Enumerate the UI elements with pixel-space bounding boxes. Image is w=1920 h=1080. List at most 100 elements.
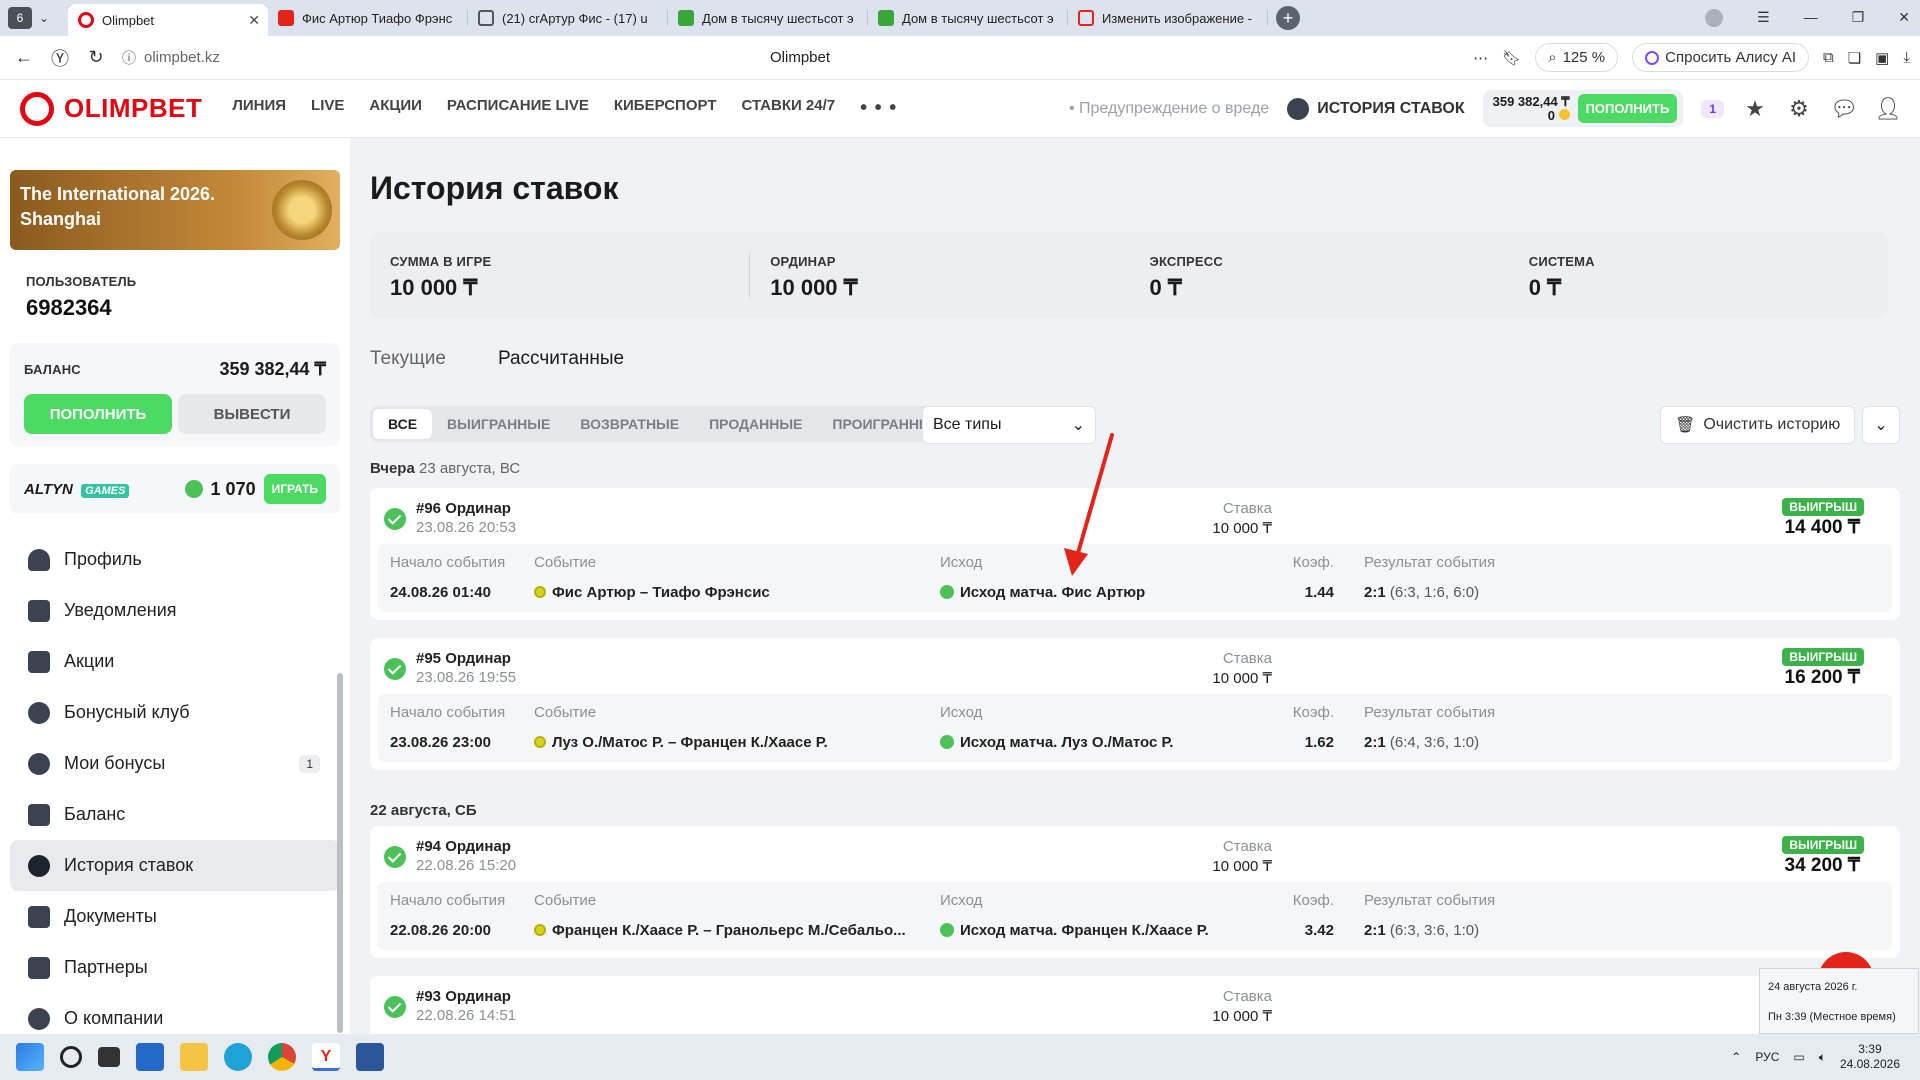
more-icon[interactable]: ⋯ <box>1473 49 1488 67</box>
tooltip-time: Пн 3:39 (Местное время) <box>1768 1011 1896 1023</box>
header-balance[interactable]: 359 382,44 ₸ 0 ПОПОЛНИТЬ <box>1482 90 1684 127</box>
file-explorer-icon[interactable] <box>180 1043 208 1071</box>
sidebar-item-notifications[interactable]: Уведомления <box>10 585 340 636</box>
summary-single: ОРДИНАР 10 000 ₸ <box>750 232 1129 318</box>
sidebar-item-documents[interactable]: Документы <box>10 891 340 942</box>
altyn-games-logo: ALTYN GAMES <box>24 481 130 498</box>
deposit-button[interactable]: ПОПОЛНИТЬ <box>24 394 172 434</box>
event-name[interactable]: Фис Артюр – Тиафо Фрэнсис <box>534 584 924 601</box>
downloads-icon[interactable]: ⤓ <box>1903 49 1910 66</box>
url-field[interactable]: olimpbet.kz <box>144 49 220 66</box>
browser-tab-yandex[interactable]: Фис Артюр Тиафо Фрэнс <box>268 4 468 32</box>
close-tab-icon[interactable]: ✕ <box>248 12 260 29</box>
nav-live[interactable]: LIVE <box>311 97 344 120</box>
yandex-icon[interactable]: Ⓨ <box>42 45 78 71</box>
sidebar-item-promotions[interactable]: Акции <box>10 636 340 687</box>
tab-settled[interactable]: Рассчитанные <box>481 336 641 391</box>
filter-sold[interactable]: ПРОДАННЫЕ <box>694 409 817 439</box>
bet-card[interactable]: #93 Ординар 22.08.26 14:51 Ставка 10 000… <box>370 976 1900 1034</box>
nav-promotions[interactable]: АКЦИИ <box>369 97 422 120</box>
bookmark-icon[interactable]: 🔖︎ <box>1502 49 1521 67</box>
browser-tab-image-edit[interactable]: Изменить изображение - <box>1068 4 1268 32</box>
chat-icon[interactable]: 💬︎ <box>1830 96 1858 122</box>
result-score: 2:1 <box>1364 734 1386 751</box>
nav-live-schedule[interactable]: РАСПИСАНИЕ LIVE <box>447 97 589 120</box>
tabs-dropdown-icon[interactable]: ⌄ <box>32 11 56 25</box>
sidebar-item-my-bonuses[interactable]: Мои бонусы 1 <box>10 738 340 789</box>
minimize-icon[interactable]: — <box>1804 9 1818 27</box>
close-window-icon[interactable]: ✕ <box>1898 9 1910 27</box>
search-icon[interactable] <box>60 1046 82 1068</box>
tab-counter[interactable]: 6 <box>8 7 32 29</box>
zoom-indicator[interactable]: ⌕ 125 % <box>1535 43 1619 72</box>
yandex-browser-icon[interactable]: Y <box>312 1043 340 1071</box>
chrome-icon[interactable] <box>268 1043 296 1071</box>
extensions-icon[interactable]: ⧉ <box>1823 49 1834 66</box>
browser-tab-house-2[interactable]: Дом в тысячу шестьсот э <box>868 4 1068 32</box>
task-view-icon[interactable] <box>98 1047 120 1067</box>
altyn-games-card[interactable]: ALTYN GAMES 1 070 ИГРАТЬ <box>10 464 340 514</box>
tab-current[interactable]: Текущие <box>370 336 462 391</box>
maximize-icon[interactable]: ❐ <box>1852 9 1865 27</box>
filter-returned[interactable]: ВОЗВРАТНЫЕ <box>565 409 694 439</box>
filter-won[interactable]: ВЫИГРАННЫЕ <box>432 409 565 439</box>
user-profile-icon[interactable]: 👤︎ <box>1874 96 1902 122</box>
edge-icon[interactable] <box>224 1043 252 1071</box>
clear-history-button[interactable]: 🗑︎ Очистить историю <box>1660 406 1856 444</box>
profile-icon[interactable] <box>1705 9 1724 27</box>
bet-history-link[interactable]: ИСТОРИЯ СТАВОК <box>1287 97 1465 120</box>
tray-chevron-icon[interactable]: ⌃ <box>1731 1050 1741 1064</box>
bet-details: Начало события Событие Исход Коэф. Резул… <box>378 694 1892 762</box>
screenshot-icon[interactable]: ▣ <box>1875 49 1889 67</box>
browser-tab-house-1[interactable]: Дом в тысячу шестьсот э <box>668 4 868 32</box>
sidebar-item-partners[interactable]: Партнеры <box>10 942 340 993</box>
event-name[interactable]: Францен К./Хаасе Р. – Гранольерс М./Себа… <box>534 922 924 939</box>
harm-warning-link[interactable]: • Предупреждение о вреде <box>1069 100 1269 118</box>
bet-card[interactable]: #94 Ординар 22.08.26 15:20 Ставка 10 000… <box>370 826 1900 958</box>
network-icon[interactable]: ▭ <box>1793 1050 1804 1064</box>
system-tray: ⌃ РУС ▭ 🔈︎ 3:39 24.08.2026 <box>1731 1042 1900 1072</box>
promo-banner[interactable]: The International 2026. Shanghai <box>10 170 340 250</box>
bet-card[interactable]: #96 Ординар 23.08.26 20:53 Ставка 10 000… <box>370 488 1900 620</box>
collections-icon[interactable]: ❏ <box>1848 49 1861 67</box>
nav-esports[interactable]: КИБЕРСПОРТ <box>614 97 717 120</box>
olimpbet-logo[interactable]: OLIMPBET <box>20 91 202 126</box>
sidebar-item-about[interactable]: О компании <box>10 993 340 1034</box>
tennis-ball-icon <box>534 586 546 598</box>
reload-icon[interactable]: ↻ <box>78 47 114 68</box>
sidebar-item-bet-history[interactable]: История ставок <box>10 840 340 891</box>
play-button[interactable]: ИГРАТЬ <box>263 474 326 504</box>
sidebar-item-bonus-club[interactable]: Бонусный клуб <box>10 687 340 738</box>
back-icon[interactable]: ← <box>6 47 42 68</box>
collapse-all-button[interactable]: ⌄ <box>1862 406 1900 444</box>
page-title-display: Olimpbet <box>770 49 831 66</box>
col-event-header: Событие <box>534 704 597 721</box>
sidebar-item-balance[interactable]: Баланс <box>10 789 340 840</box>
event-name[interactable]: Луз О./Матос Р. – Францен К./Хаасе Р. <box>534 734 924 751</box>
clock[interactable]: 3:39 24.08.2026 <box>1840 1042 1900 1072</box>
favorites-star-icon[interactable]: ★ <box>1742 96 1768 122</box>
language-indicator[interactable]: РУС <box>1755 1050 1779 1064</box>
nav-bets-24-7[interactable]: СТАВКИ 24/7 <box>741 97 835 120</box>
bet-card[interactable]: #95 Ординар 23.08.26 19:55 Ставка 10 000… <box>370 638 1900 770</box>
browser-tab-vk[interactable]: (21) сrАртур Фис - (17) u <box>468 4 668 32</box>
event-result: 2:1 (6:4, 3:6, 1:0) <box>1364 734 1479 751</box>
windows-start-icon[interactable] <box>16 1043 44 1071</box>
nav-line[interactable]: ЛИНИЯ <box>232 97 286 120</box>
withdraw-button[interactable]: ВЫВЕСТИ <box>178 394 326 434</box>
menu-icon[interactable]: ☰ <box>1757 9 1770 27</box>
header-deposit-button[interactable]: ПОПОЛНИТЬ <box>1577 94 1678 123</box>
loyalty-badge[interactable]: 1 <box>1701 99 1724 118</box>
store-icon[interactable] <box>136 1043 164 1071</box>
settings-gear-icon[interactable]: ⚙ <box>1786 96 1812 122</box>
alice-button[interactable]: Спросить Алису AI <box>1632 43 1809 72</box>
filter-all[interactable]: ВСЕ <box>373 409 433 439</box>
volume-icon[interactable]: 🔈︎ <box>1819 1050 1826 1065</box>
nav-more[interactable]: • • • <box>860 97 897 120</box>
word-icon[interactable] <box>356 1043 384 1071</box>
sidebar-item-profile[interactable]: Профиль <box>10 534 340 585</box>
sidebar-scrollbar[interactable] <box>337 673 343 1033</box>
browser-tab-olimpbet[interactable]: Olimpbet ✕ <box>68 4 268 36</box>
bet-type-select[interactable]: Все типы ⌄ <box>922 406 1096 444</box>
new-tab-button[interactable]: + <box>1276 6 1300 30</box>
